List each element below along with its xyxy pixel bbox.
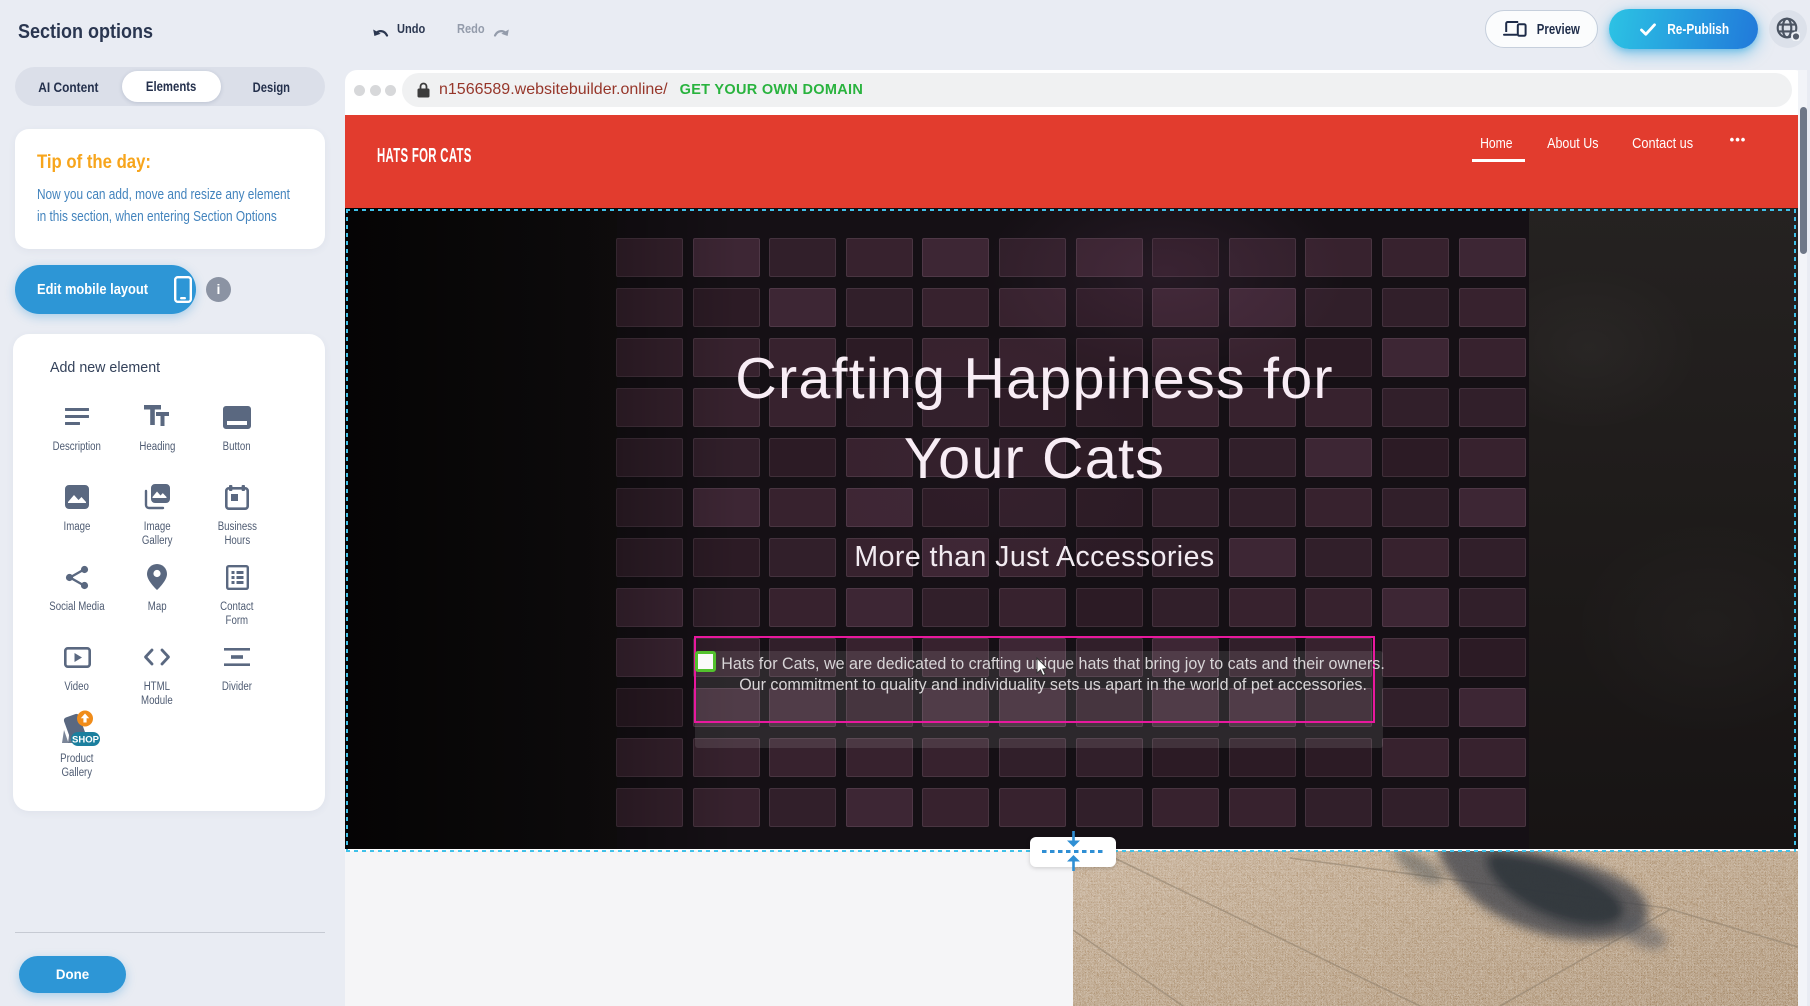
svg-text:SHOP: SHOP	[72, 734, 100, 745]
